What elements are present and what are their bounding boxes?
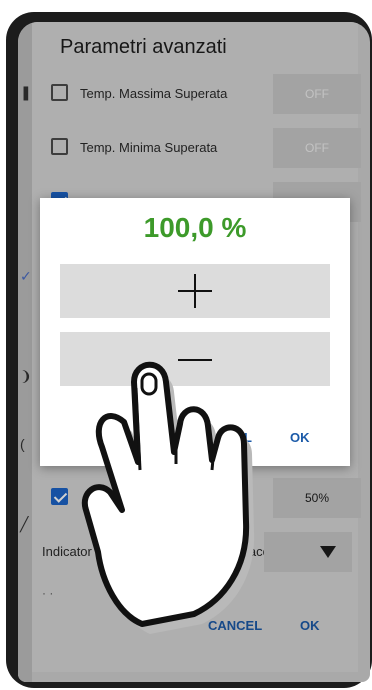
increment-button[interactable] <box>60 264 330 318</box>
stepper-ok-button[interactable]: OK <box>290 430 310 445</box>
hand-pointer-icon <box>81 361 255 634</box>
stepper-value: 100,0 % <box>143 212 247 243</box>
